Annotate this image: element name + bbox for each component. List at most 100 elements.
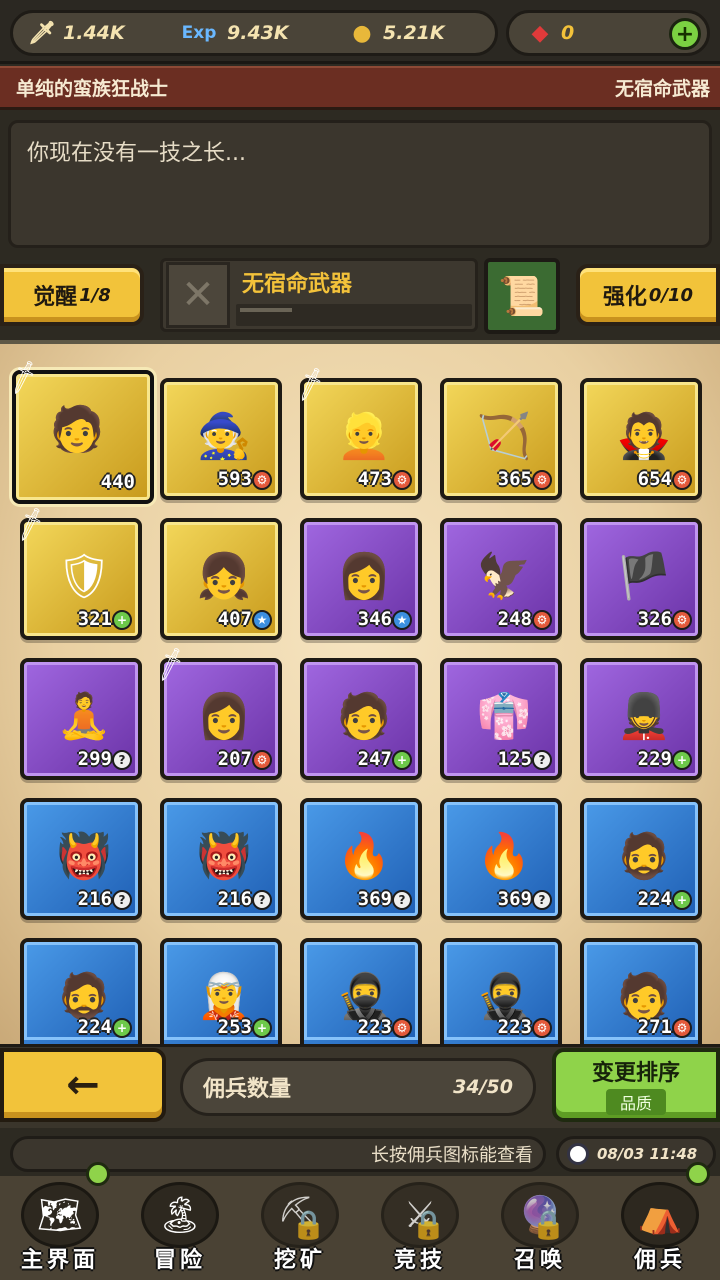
mercenary-card[interactable]: 👩 346 ★ [300, 518, 422, 640]
mercenary-level: 365 [497, 468, 532, 490]
back-button[interactable]: ← [0, 1048, 166, 1122]
clock-icon [567, 1143, 589, 1165]
mercenary-level: 224 [637, 888, 672, 910]
status-badge-plus-icon: + [672, 750, 692, 770]
mercenary-level: 223 [497, 1016, 532, 1038]
lock-icon: 🔒 [531, 1208, 566, 1241]
sword-icon: 🗡 [28, 20, 56, 46]
nav-label: 竞技 [393, 1248, 446, 1273]
nav-label: 佣兵 [633, 1248, 686, 1273]
nav-label: 召唤 [513, 1248, 566, 1273]
mercenary-level: 207 [217, 748, 252, 770]
mercenary-portrait-icon: 💂 [616, 691, 672, 742]
mercenary-card[interactable]: 👹 216? [160, 798, 282, 920]
mercenary-portrait-icon: 🧔 [616, 831, 672, 882]
island-icon: 🏝 [141, 1182, 219, 1248]
fate-weapon-bar-fill [240, 308, 292, 312]
mercenary-portrait-icon: 👹 [196, 831, 252, 882]
nav-item-summon[interactable]: 🔮 🔒 召唤 [480, 1176, 600, 1280]
nav-item-island[interactable]: 🏝 冒险 [120, 1176, 240, 1280]
enhance-value: 0/10 [648, 284, 694, 306]
mercenary-card[interactable]: 🧔 224 + [580, 798, 702, 920]
mercenary-card[interactable]: 🧘 299? [20, 658, 142, 780]
mercenary-portrait-icon: 🦅 [476, 551, 532, 602]
status-badge-gear-icon: ⚙ [392, 470, 412, 490]
status-badge-gear-icon: ⚙ [252, 470, 272, 490]
status-badge-plus-icon: + [252, 1018, 272, 1038]
status-badge-q-icon: ? [532, 750, 552, 770]
mercenary-level: 224 [77, 1016, 112, 1038]
status-badge-star-icon: ★ [392, 610, 412, 630]
mercenary-card[interactable]: 🧙 593 ⚙ [160, 378, 282, 500]
mercenary-card[interactable]: 🛡 🗡 321 + [10, 505, 142, 640]
mercenary-card[interactable]: 👘 125? [440, 658, 562, 780]
mercenary-card[interactable]: 🦅 248 ⚙ [440, 518, 562, 640]
mercenary-portrait-icon: 👱 [336, 411, 392, 462]
resource-pill-main: 🗡 1.44K Exp 9.43K ● 5.21K [10, 10, 498, 56]
status-badge-q-icon: ? [112, 890, 132, 910]
mercenary-card[interactable]: 🥷 223 ⚙ [300, 938, 422, 1044]
nav-item-tent[interactable]: ⛺ 佣兵 [600, 1162, 720, 1280]
mercenary-level: 216 [217, 888, 252, 910]
awaken-value: 1/8 [79, 284, 111, 306]
mercenary-level: 247 [357, 748, 392, 770]
mercenary-card[interactable]: 🏴 326 ⚙ [580, 518, 702, 640]
mercenary-card[interactable]: 🏹 365 ⚙ [440, 378, 562, 500]
gem-value: 0 [561, 22, 575, 44]
mercenary-level: 125 [497, 748, 532, 770]
mercenary-card[interactable]: 🔥 369? [300, 798, 422, 920]
status-badge-q-icon: ? [112, 750, 132, 770]
weapon-status: 无宿命武器 [614, 78, 710, 100]
mercenary-level: 271 [637, 1016, 672, 1038]
status-badge-q-icon: ? [252, 890, 272, 910]
scroll-button[interactable]: 📜 [484, 258, 560, 334]
awaken-label: 觉醒 [33, 285, 78, 310]
mercenary-card[interactable]: 👹 216? [20, 798, 142, 920]
sort-mode: 品质 [605, 1089, 666, 1115]
mercenary-card[interactable]: 🧑 271 ⚙ [580, 938, 702, 1044]
mercenary-portrait-icon: 🛡 [56, 551, 112, 602]
mercenary-card[interactable]: 🥷 223 ⚙ [440, 938, 562, 1044]
nav-item-pickaxe[interactable]: ⛏ 🔒 挖矿 [240, 1176, 360, 1280]
mercenary-portrait-icon: 🧙 [196, 411, 252, 462]
status-badge-gear-icon: ⚙ [252, 750, 272, 770]
mercenary-card[interactable]: 💂 229 + [580, 658, 702, 780]
sort-label: 变更排序 [591, 1061, 680, 1086]
enhance-label: 强化 [602, 285, 647, 310]
mercenary-portrait-icon: 🧑 [336, 691, 392, 742]
mercenary-level: 326 [637, 608, 672, 630]
nav-label: 冒险 [153, 1248, 206, 1273]
status-badge-gear-icon: ⚙ [532, 610, 552, 630]
nav-label: 挖矿 [273, 1248, 326, 1273]
add-gem-button[interactable]: + [669, 18, 701, 50]
mercenary-card[interactable]: 🧑 🗡 440 [3, 358, 154, 504]
nav-label: 主界面 [20, 1248, 99, 1273]
mercenary-portrait-icon: 👧 [196, 551, 252, 602]
mercenary-card[interactable]: 🧑 247 + [300, 658, 422, 780]
lock-icon: 🔒 [411, 1208, 446, 1241]
mercenary-portrait-icon: 🔥 [336, 831, 392, 882]
mercenary-level: 229 [637, 748, 672, 770]
mercenary-card[interactable]: 🧛 654 ⚙ [580, 378, 702, 500]
mercenary-card[interactable]: 🔥 369? [440, 798, 562, 920]
status-badge-plus-icon: + [672, 890, 692, 910]
status-badge-q-icon: ? [532, 890, 552, 910]
awaken-button[interactable]: 觉醒 1/8 [0, 264, 144, 326]
mercenary-level: 440 [100, 471, 135, 493]
nav-item-crossed-swords[interactable]: ⚔ 🔒 竞技 [360, 1176, 480, 1280]
mercenary-card[interactable]: 👱 🗡 473 ⚙ [290, 365, 422, 500]
fate-weapon-label: 无宿命武器 [242, 272, 353, 297]
change-sort-button[interactable]: 变更排序 品质 [552, 1048, 720, 1122]
enhance-button[interactable]: 强化 0/10 [576, 264, 720, 326]
mercenary-portrait-icon: 👘 [476, 691, 532, 742]
mercenary-card[interactable]: 🧝 253 + [160, 938, 282, 1044]
empty-weapon-slot: ✕ [166, 262, 230, 328]
status-badge-star-icon: ★ [252, 610, 272, 630]
status-badge-gear-icon: ⚙ [532, 470, 552, 490]
nav-item-map[interactable]: 🗺 主界面 [0, 1162, 120, 1280]
mercenary-card[interactable]: 🧔 224 + [20, 938, 142, 1044]
mercenary-card[interactable]: 👧 407 ★ [160, 518, 282, 640]
gem-icon: ◆ [531, 20, 549, 46]
mercenary-card[interactable]: 👩 🗡 207 ⚙ [150, 645, 282, 780]
status-badge-plus-icon: + [112, 610, 132, 630]
